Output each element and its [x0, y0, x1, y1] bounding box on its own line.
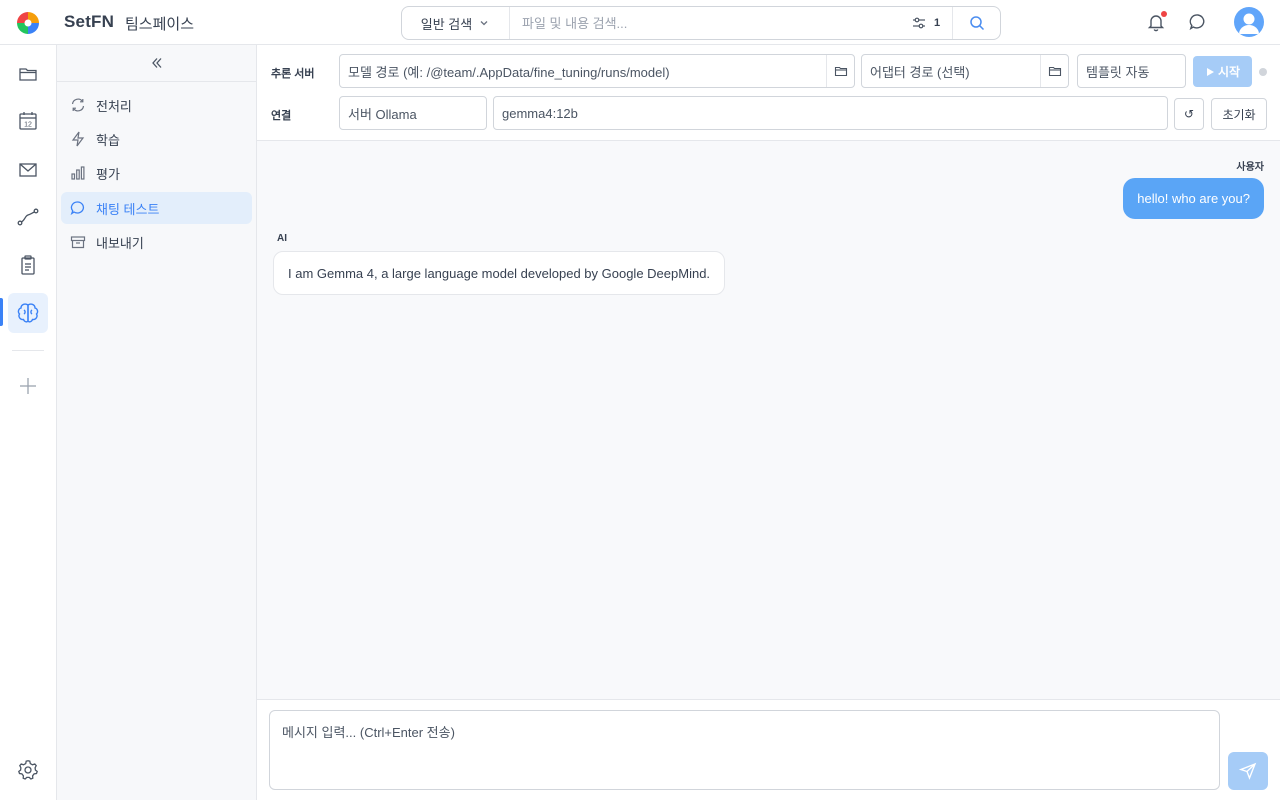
messages-button[interactable]: [1188, 12, 1210, 34]
browse-adapter-button[interactable]: [1040, 55, 1068, 87]
server-value: 서버 Ollama: [348, 106, 417, 122]
start-server-button[interactable]: 시작: [1193, 56, 1252, 87]
rail-divider: [12, 350, 44, 351]
nav-item-label: 내보내기: [96, 235, 144, 251]
template-value: 템플릿 자동: [1086, 64, 1150, 80]
refresh-icon: [70, 97, 86, 113]
nav-item-preprocess[interactable]: 전처리: [61, 89, 252, 121]
nav-item-evaluation[interactable]: 평가: [61, 157, 252, 189]
model-select[interactable]: gemma4:12b: [493, 96, 1168, 130]
ai-section-nav: 전처리 학습 평가 채팅 테스트 내보내기: [57, 45, 257, 800]
route-icon: [17, 207, 39, 227]
rail-workflow[interactable]: [8, 197, 48, 237]
adapter-path-field[interactable]: 어댑터 경로 (선택): [861, 54, 1069, 88]
search-icon: [969, 15, 985, 31]
settings-icon: [17, 759, 39, 781]
rail-mail[interactable]: [8, 150, 48, 190]
plus-icon: [18, 376, 38, 396]
search-type-label: 일반 검색: [420, 16, 473, 32]
sliders-icon: [912, 16, 926, 30]
double-chevron-left-icon: [150, 56, 164, 70]
refresh-models-button[interactable]: ↺: [1174, 98, 1204, 130]
play-icon: [1205, 67, 1215, 77]
model-path-field[interactable]: 모델 경로 (예: /@team/.AppData/fine_tuning/ru…: [339, 54, 855, 88]
bar-chart-icon: [70, 165, 86, 181]
connection-label: 연결: [271, 110, 292, 122]
inference-toolbar: 추론 서버 모델 경로 (예: /@team/.AppData/fine_tun…: [257, 45, 1280, 141]
inference-server-label: 추론 서버: [271, 68, 315, 80]
search-button[interactable]: [952, 7, 1000, 39]
send-icon: [1239, 762, 1257, 780]
folder-icon: [1048, 64, 1062, 78]
model-path-placeholder: 모델 경로 (예: /@team/.AppData/fine_tuning/ru…: [348, 64, 670, 80]
server-select[interactable]: 서버 Ollama: [339, 96, 487, 130]
rail-add[interactable]: [8, 366, 48, 406]
workspace-name[interactable]: 팀스페이스: [125, 13, 194, 34]
rail-files[interactable]: [8, 54, 48, 94]
search-filter-button[interactable]: 1: [912, 13, 940, 33]
chat-test-panel: 추론 서버 모델 경로 (예: /@team/.AppData/fine_tun…: [257, 45, 1280, 800]
chat-bubble-icon: [70, 200, 86, 216]
brand-name[interactable]: SetFN: [64, 12, 114, 32]
ai-role-label: AI: [277, 233, 287, 244]
nav-item-export[interactable]: 내보내기: [61, 226, 252, 258]
global-search: 일반 검색 1: [401, 6, 1001, 40]
user-role-label: 사용자: [1236, 162, 1264, 173]
chat-transcript: 사용자 hello! who are you? AI I am Gemma 4,…: [257, 141, 1280, 699]
rail-ai-studio[interactable]: [8, 293, 48, 333]
top-header: SetFN 팀스페이스 일반 검색 1: [0, 0, 1280, 45]
server-status-indicator: [1259, 68, 1267, 76]
nav-item-label: 평가: [96, 166, 120, 182]
nav-item-training[interactable]: 학습: [61, 123, 252, 155]
model-value: gemma4:12b: [502, 105, 578, 121]
rail-settings[interactable]: [8, 750, 48, 790]
template-select[interactable]: 템플릿 자동: [1077, 54, 1186, 88]
user-avatar[interactable]: [1234, 7, 1264, 37]
search-input[interactable]: [522, 13, 902, 33]
nav-item-chat-test[interactable]: 채팅 테스트: [61, 192, 252, 224]
rail-active-indicator: [0, 298, 3, 326]
brain-icon: [16, 302, 40, 324]
calendar-icon: 12: [18, 110, 38, 132]
chat-bubble-icon: [1188, 12, 1210, 32]
browse-model-button[interactable]: [826, 55, 854, 87]
archive-icon: [70, 234, 86, 250]
chevron-down-icon: [478, 17, 490, 29]
clipboard-icon: [18, 254, 38, 276]
folder-icon: [834, 64, 848, 78]
notification-badge: [1161, 11, 1167, 17]
ai-message-bubble: I am Gemma 4, a large language model dev…: [273, 251, 726, 295]
reset-button[interactable]: 초기화: [1211, 98, 1267, 130]
calendar-day: 12: [24, 122, 32, 129]
nav-item-label: 채팅 테스트: [96, 201, 160, 217]
rail-tasks[interactable]: [8, 245, 48, 285]
reset-label: 초기화: [1222, 107, 1256, 122]
notification-button[interactable]: [1146, 11, 1168, 34]
mail-icon: [18, 160, 38, 180]
user-message-bubble: hello! who are you?: [1123, 178, 1264, 219]
send-button[interactable]: [1228, 752, 1268, 790]
refresh-icon: ↺: [1183, 107, 1195, 121]
user-avatar-icon: [1234, 7, 1264, 37]
icon-rail: 12: [0, 45, 57, 800]
adapter-path-placeholder: 어댑터 경로 (선택): [870, 64, 970, 80]
folder-icon: [18, 64, 38, 84]
nav-item-label: 전처리: [96, 98, 132, 114]
rail-calendar[interactable]: 12: [8, 101, 48, 141]
collapse-sidebar-button[interactable]: [57, 45, 256, 82]
app-logo[interactable]: [16, 11, 40, 35]
filter-count: 1: [934, 17, 941, 29]
search-type-dropdown[interactable]: 일반 검색: [402, 7, 510, 39]
lightning-icon: [70, 131, 86, 147]
message-composer: [257, 699, 1280, 800]
start-label: 시작: [1217, 65, 1241, 79]
nav-item-label: 학습: [96, 132, 120, 148]
message-input[interactable]: [269, 710, 1220, 790]
